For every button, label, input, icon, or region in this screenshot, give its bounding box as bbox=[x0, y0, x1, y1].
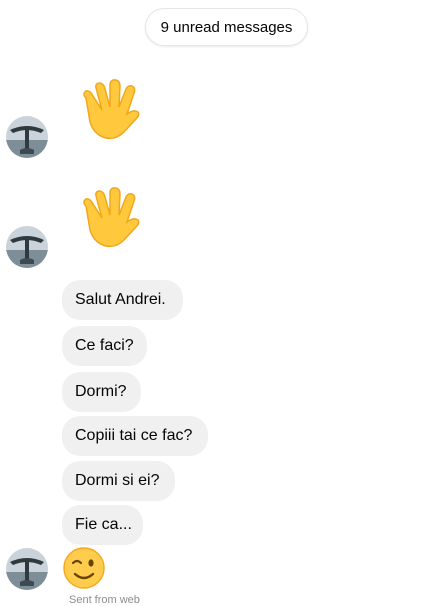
message-text: Ce faci? bbox=[75, 337, 134, 354]
message-bubble[interactable]: Copiii tai ce fac? bbox=[62, 416, 208, 456]
message-text: Salut Andrei. bbox=[75, 291, 166, 308]
waving-hand-icon bbox=[83, 187, 140, 248]
sender-avatar[interactable] bbox=[6, 226, 48, 268]
message-text: Dormi si ei? bbox=[75, 472, 160, 489]
unread-messages-label: 9 unread messages bbox=[160, 18, 293, 36]
message-bubble[interactable]: Ce faci? bbox=[62, 326, 147, 366]
message-bubble[interactable]: Dormi? bbox=[62, 372, 141, 412]
message-text: Fie ca... bbox=[75, 516, 132, 533]
message-text: Copiii tai ce fac? bbox=[75, 427, 193, 444]
sender-avatar[interactable] bbox=[6, 548, 48, 590]
message-bubble[interactable]: Dormi si ei? bbox=[62, 461, 175, 501]
waving-hand-icon bbox=[83, 79, 140, 140]
message-bubble[interactable]: Salut Andrei. bbox=[62, 280, 183, 320]
message-bubble[interactable]: Fie ca... bbox=[62, 505, 143, 545]
unread-messages-pill[interactable]: 9 unread messages bbox=[145, 8, 308, 46]
sent-from-web-label: Sent from web bbox=[69, 594, 140, 606]
winking-face-icon bbox=[63, 547, 105, 589]
sender-avatar[interactable] bbox=[6, 116, 48, 158]
message-text: Dormi? bbox=[75, 383, 127, 400]
